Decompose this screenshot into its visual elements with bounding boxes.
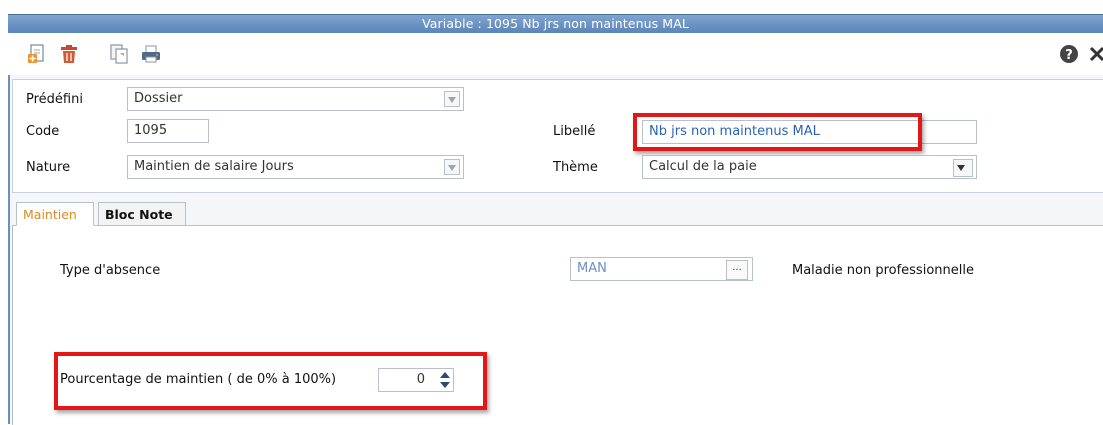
absence-code-value: MAN (577, 261, 607, 276)
window-title-bar: Variable : 1095 Nb jrs non maintenus MAL (8, 14, 1103, 33)
absence-description: Maladie non professionnelle (792, 263, 974, 278)
theme-value: Calcul de la paie (649, 159, 757, 174)
nature-combo[interactable]: Maintien de salaire Jours (127, 155, 464, 179)
predefini-dropdown-icon[interactable] (444, 91, 460, 107)
theme-combo[interactable]: Calcul de la paie (642, 155, 977, 179)
print-icon[interactable] (140, 43, 162, 65)
toolbar: ? (8, 33, 1103, 75)
trash-icon[interactable] (58, 43, 80, 65)
svg-text:?: ? (1065, 48, 1073, 63)
predefini-label: Prédéfini (26, 92, 83, 107)
code-input[interactable]: 1095 (127, 119, 209, 143)
tab-bloc-note-label: Bloc Note (105, 207, 173, 222)
help-icon[interactable]: ? (1058, 43, 1080, 65)
absence-browse-button[interactable]: ... (726, 260, 748, 280)
tab-bloc-note[interactable]: Bloc Note (98, 202, 186, 226)
tab-maintien[interactable]: Maintien (16, 202, 94, 226)
libelle-highlight (633, 113, 922, 151)
code-value: 1095 (134, 123, 168, 138)
libelle-label: Libellé (553, 124, 596, 139)
theme-label: Thème (553, 160, 598, 175)
nature-dropdown-icon[interactable] (444, 159, 460, 175)
code-label: Code (26, 124, 60, 139)
copy-icon[interactable] (108, 43, 130, 65)
absence-browse-label: ... (732, 262, 742, 273)
percentage-highlight (54, 352, 487, 410)
window-title: Variable : 1095 Nb jrs non maintenus MAL (422, 16, 689, 31)
tab-maintien-label: Maintien (23, 207, 77, 222)
nature-value: Maintien de salaire Jours (134, 159, 294, 174)
predefini-value: Dossier (134, 91, 183, 106)
predefini-combo[interactable]: Dossier (127, 87, 464, 111)
nature-label: Nature (26, 160, 71, 175)
new-document-icon[interactable] (26, 43, 48, 65)
absence-type-label: Type d'absence (60, 263, 161, 278)
theme-dropdown-icon[interactable] (953, 159, 973, 177)
close-icon[interactable] (1086, 43, 1103, 65)
